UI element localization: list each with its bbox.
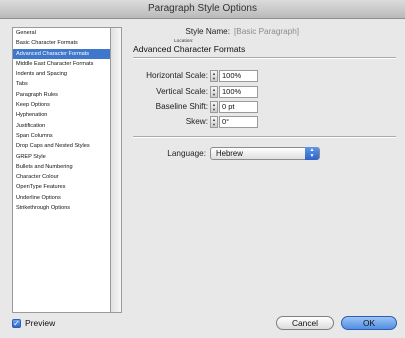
- cancel-button[interactable]: Cancel: [276, 316, 334, 330]
- sidebar-item-span-columns[interactable]: Span Columns: [13, 131, 110, 141]
- section-divider: [133, 57, 396, 59]
- sidebar-item-indents-and-spacing[interactable]: Indents and Spacing: [13, 69, 110, 79]
- language-label: Language:: [167, 149, 206, 158]
- skew-field[interactable]: 0°: [219, 116, 258, 128]
- vertical-scale-label: Vertical Scale:: [156, 87, 208, 96]
- category-list-scrollbar[interactable]: [111, 27, 122, 313]
- language-select-value: Hebrew: [216, 149, 243, 158]
- sidebar-item-keep-options[interactable]: Keep Options: [13, 100, 110, 110]
- vertical-scale-stepper[interactable]: ▲ ▼: [210, 86, 218, 98]
- vertical-scale-field[interactable]: 100%: [219, 86, 258, 98]
- language-select[interactable]: Hebrew ▲ ▼: [210, 147, 320, 160]
- section-divider-2: [133, 136, 396, 138]
- sidebar-item-drop-caps[interactable]: Drop Caps and Nested Styles: [13, 141, 110, 151]
- sidebar-item-grep-style[interactable]: GREP Style: [13, 152, 110, 162]
- window-title: Paragraph Style Options: [148, 3, 257, 14]
- section-title: Advanced Character Formats: [133, 44, 246, 54]
- horizontal-scale-stepper[interactable]: ▲ ▼: [210, 70, 218, 82]
- preview-label: Preview: [25, 318, 56, 328]
- sidebar-item-tabs[interactable]: Tabs: [13, 79, 110, 89]
- style-name-label: Style Name:: [185, 27, 230, 36]
- sidebar-item-middle-east-character-formats[interactable]: Middle East Character Formats: [13, 59, 110, 69]
- sidebar-item-basic-character-formats[interactable]: Basic Character Formats: [13, 38, 110, 48]
- chevron-updown-icon: ▲ ▼: [305, 147, 319, 160]
- sidebar-item-character-colour[interactable]: Character Colour: [13, 172, 110, 182]
- sidebar-item-hyphenation[interactable]: Hyphenation: [13, 110, 110, 120]
- category-list[interactable]: General Basic Character Formats Advanced…: [12, 27, 111, 313]
- sidebar-item-underline-options[interactable]: Underline Options: [13, 193, 110, 203]
- sidebar-item-bullets-and-numbering[interactable]: Bullets and Numbering: [13, 162, 110, 172]
- sidebar-item-opentype-features[interactable]: OpenType Features: [13, 182, 110, 192]
- skew-label: Skew:: [185, 117, 208, 126]
- sidebar-item-strikethrough-options[interactable]: Strikethrough Options: [13, 203, 110, 213]
- window-titlebar: Paragraph Style Options: [0, 0, 405, 19]
- horizontal-scale-field[interactable]: 100%: [219, 70, 258, 82]
- sidebar-item-advanced-character-formats[interactable]: Advanced Character Formats: [13, 48, 110, 59]
- sidebar-item-general[interactable]: General: [13, 28, 110, 38]
- preview-checkbox[interactable]: ✓: [12, 319, 21, 328]
- baseline-shift-stepper[interactable]: ▲ ▼: [210, 101, 218, 113]
- ok-button[interactable]: OK: [341, 316, 397, 330]
- style-name-value: [Basic Paragraph]: [234, 27, 300, 36]
- sidebar-item-justification[interactable]: Justification: [13, 121, 110, 131]
- horizontal-scale-label: Horizontal Scale:: [146, 71, 208, 80]
- sidebar-item-paragraph-rules[interactable]: Paragraph Rules: [13, 90, 110, 100]
- baseline-shift-field[interactable]: 0 pt: [219, 101, 258, 113]
- baseline-shift-label: Baseline Shift:: [155, 102, 208, 111]
- skew-stepper[interactable]: ▲ ▼: [210, 116, 218, 128]
